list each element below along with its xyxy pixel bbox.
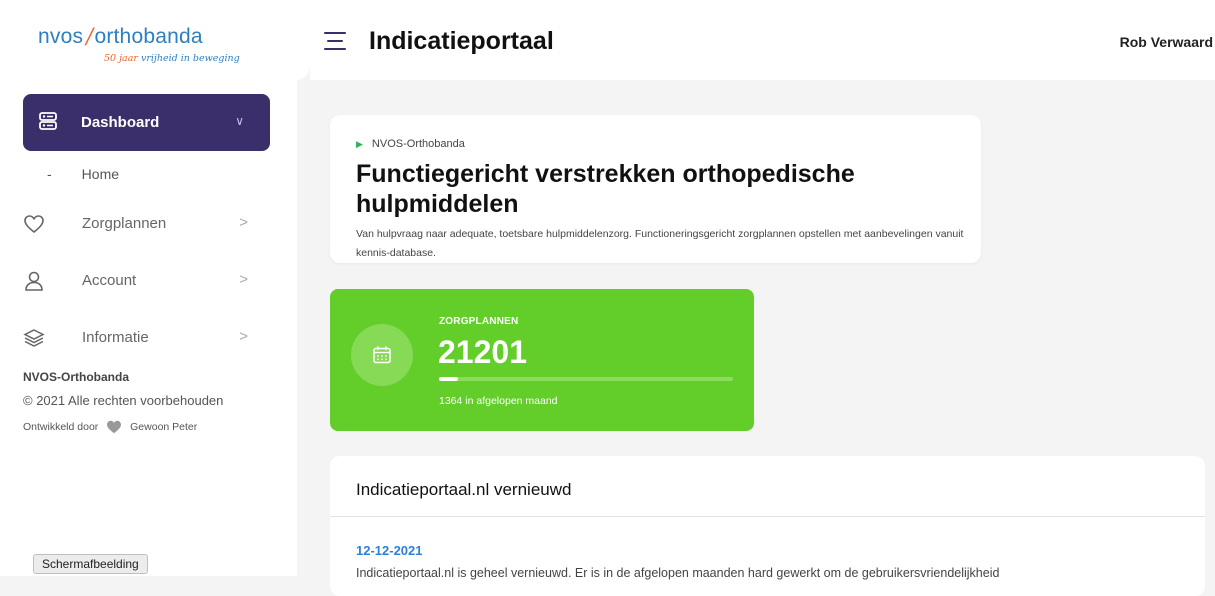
stat-label: ZORGPLANNEN — [439, 316, 519, 327]
intro-title: Functiegericht verstrekken orthopedische… — [356, 160, 855, 218]
intro-description: Van hulpvraag naar adequate, toetsbare h… — [356, 228, 964, 259]
stat-value: 21201 — [438, 334, 527, 370]
chevron-down-icon: ∨ — [235, 114, 244, 128]
news-heading: Indicatieportaal.nl vernieuwd — [356, 480, 572, 499]
news-text: Indicatieportaal.nl is geheel vernieuwd.… — [356, 566, 1000, 580]
chevron-right-icon: > — [239, 271, 248, 288]
page-title: Indicatieportaal — [369, 27, 554, 55]
stat-subtext: 1364 in afgelopen maand — [439, 395, 558, 407]
sidebar-item-account[interactable]: Account > — [23, 262, 270, 302]
sidebar-item-zorgplannen[interactable]: Zorgplannen > — [23, 205, 270, 245]
sidebar-item-label: Dashboard — [81, 114, 160, 131]
divider — [330, 516, 1205, 517]
sidebar-item-label: Informatie — [82, 329, 149, 346]
footer-developer: Ontwikkeld door Gewoon Peter — [23, 420, 198, 434]
news-date: 12-12-2021 — [356, 543, 423, 558]
footer-brand: NVOS-Orthobanda — [23, 370, 130, 384]
logo-tagline: 50 jaar vrijheid in beweging — [104, 53, 240, 64]
developer-link[interactable]: Gewoon Peter — [130, 421, 197, 433]
sidebar-subitem-home[interactable]: - Home — [47, 166, 119, 182]
logo-text: nvos/orthobanda — [38, 24, 203, 48]
screenshot-tooltip: Schermafbeelding — [33, 554, 148, 574]
top-header: Indicatieportaal Rob Verwaard — [310, 0, 1215, 80]
sidebar-item-informatie[interactable]: Informatie > — [23, 319, 270, 359]
stat-icon-circle — [351, 324, 413, 386]
heart-icon — [24, 215, 44, 234]
heart-icon — [107, 420, 122, 434]
news-card: Indicatieportaal.nl vernieuwd 12-12-2021… — [330, 456, 1205, 596]
stat-progress-fill — [439, 377, 459, 381]
user-icon — [25, 271, 43, 291]
zorgplannen-stat-card[interactable]: ZORGPLANNEN 21201 1364 in afgelopen maan… — [330, 289, 754, 431]
sidebar: nvos/orthobanda 50 jaar vrijheid in bewe… — [0, 0, 310, 576]
chevron-right-icon: > — [239, 214, 248, 231]
chevron-right-icon: > — [239, 328, 248, 345]
calendar-icon — [373, 346, 391, 364]
sidebar-subitem-label: Home — [81, 166, 120, 182]
user-menu[interactable]: Rob Verwaard — [1120, 34, 1213, 50]
sidebar-item-label: Zorgplannen — [82, 215, 167, 232]
intro-card: ▶ NVOS-Orthobanda Functiegericht verstrek… — [330, 115, 981, 263]
logo[interactable]: nvos/orthobanda 50 jaar vrijheid in bewe… — [0, 0, 310, 80]
breadcrumb: ▶ NVOS-Orthobanda — [356, 138, 465, 150]
sidebar-item-label: Account — [82, 272, 137, 289]
server-icon — [39, 112, 57, 130]
footer-copyright: © 2021 Alle rechten voorbehouden — [23, 393, 224, 408]
triangle-right-icon: ▶ — [356, 139, 363, 149]
sidebar-item-dashboard[interactable]: Dashboard ∨ — [23, 94, 270, 151]
menu-icon[interactable] — [324, 32, 346, 50]
layers-icon — [23, 329, 45, 347]
stat-progress-bar — [439, 377, 733, 381]
